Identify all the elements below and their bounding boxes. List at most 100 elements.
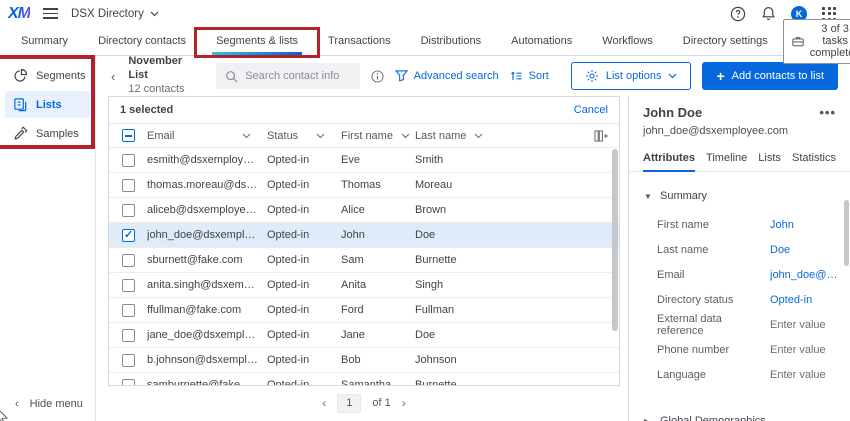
table-row[interactable]: ffullman@fake.comOpted-inFordFullman xyxy=(109,298,619,323)
panel-scrollbar-thumb[interactable] xyxy=(844,200,849,266)
detail-tab-timeline[interactable]: Timeline xyxy=(706,144,747,171)
row-checkbox[interactable] xyxy=(122,279,135,292)
table-row[interactable]: john_doe@dsxemployee....Opted-inJohnDoe xyxy=(109,223,619,248)
attribute-label: Email xyxy=(657,269,770,281)
row-checkbox[interactable] xyxy=(122,154,135,167)
cell-status: Opted-in xyxy=(267,304,341,316)
next-page-button[interactable]: › xyxy=(402,396,406,410)
detail-tab-attributes[interactable]: Attributes xyxy=(643,144,695,171)
table-row[interactable]: b.johnson@dsxemployee....Opted-inBobJohn… xyxy=(109,348,619,373)
list-options-button[interactable]: List options xyxy=(571,62,692,90)
table-scrollbar-thumb[interactable] xyxy=(612,149,618,331)
table-row[interactable]: anita.singh@dsxemployee...Opted-inAnitaS… xyxy=(109,273,619,298)
attribute-value[interactable]: Enter value xyxy=(770,369,826,381)
attribute-value[interactable]: Doe xyxy=(770,244,790,256)
column-header-status[interactable]: Status xyxy=(267,130,341,142)
attribute-value[interactable]: John xyxy=(770,219,794,231)
table-row[interactable]: thomas.moreau@dsxempl...Opted-inThomasMo… xyxy=(109,173,619,198)
prev-page-button[interactable]: ‹ xyxy=(322,396,326,410)
table-row[interactable]: esmith@dsxemployee.comOpted-inEveSmith xyxy=(109,148,619,173)
row-checkbox[interactable] xyxy=(122,354,135,367)
sidebar-item-segments[interactable]: Segments xyxy=(5,62,90,89)
attribute-value[interactable]: Enter value xyxy=(770,344,826,356)
cell-first-name: Sam xyxy=(341,254,415,266)
sidebar-item-samples[interactable]: Samples xyxy=(5,120,90,147)
hide-menu-button[interactable]: ‹ Hide menu xyxy=(15,398,83,410)
pagination: ‹ 1 of 1 › xyxy=(108,386,620,420)
attribute-value[interactable]: Enter value xyxy=(770,319,826,331)
add-column-icon[interactable] xyxy=(583,130,619,142)
table-row[interactable]: jane_doe@dsxemployee....Opted-inJaneDoe xyxy=(109,323,619,348)
info-icon[interactable] xyxy=(371,70,384,83)
detail-tab-lists[interactable]: Lists xyxy=(758,144,781,171)
table-row[interactable]: samburnette@fake.comOpted-inSamanthaBurn… xyxy=(109,373,619,386)
add-contacts-button[interactable]: + Add contacts to list xyxy=(702,62,838,90)
chevron-down-icon xyxy=(242,133,251,139)
chevron-down-icon xyxy=(401,133,410,139)
advanced-search-button[interactable]: Advanced search xyxy=(395,70,499,82)
chevron-down-icon xyxy=(150,11,159,17)
row-checkbox[interactable] xyxy=(122,304,135,317)
row-checkbox[interactable] xyxy=(122,179,135,192)
hamburger-menu-icon[interactable] xyxy=(43,8,58,19)
selected-count: 1 selected xyxy=(120,104,173,116)
sidebar-item-label: Segments xyxy=(36,70,86,82)
cell-email: sburnett@fake.com xyxy=(147,254,267,266)
column-header-email[interactable]: Email xyxy=(147,130,267,142)
cancel-selection-link[interactable]: Cancel xyxy=(574,104,608,116)
tab-transactions[interactable]: Transactions xyxy=(313,27,406,55)
tasks-completed-badge[interactable]: 3 of 3 tasks completed xyxy=(783,19,850,64)
cell-last-name: Singh xyxy=(415,279,619,291)
sidebar-item-lists[interactable]: Lists xyxy=(5,91,90,118)
attribute-label: Directory status xyxy=(657,294,770,306)
notifications-bell-icon[interactable] xyxy=(761,6,776,21)
tab-directory-settings[interactable]: Directory settings xyxy=(668,27,783,55)
tab-distributions[interactable]: Distributions xyxy=(406,27,497,55)
row-checkbox[interactable] xyxy=(122,329,135,342)
tab-summary[interactable]: Summary xyxy=(6,27,83,55)
help-icon[interactable] xyxy=(730,6,746,22)
cell-email: anita.singh@dsxemployee... xyxy=(147,279,267,291)
tab-directory-contacts[interactable]: Directory contacts xyxy=(83,27,201,55)
cell-last-name: Johnson xyxy=(415,354,619,366)
tab-label: Automations xyxy=(511,35,572,47)
row-checkbox[interactable] xyxy=(122,254,135,267)
select-all-checkbox[interactable] xyxy=(122,129,135,142)
sort-icon xyxy=(510,70,523,82)
eyedropper-icon xyxy=(13,126,28,141)
attribute-value[interactable]: Opted-in xyxy=(770,294,812,306)
attribute-row: Phone numberEnter value xyxy=(657,337,840,362)
tab-label: Summary xyxy=(21,35,68,47)
back-button[interactable]: ‹ xyxy=(109,69,117,84)
cell-first-name: Bob xyxy=(341,354,415,366)
column-header-last-name[interactable]: Last name xyxy=(415,130,583,142)
table-header: Email Status First name xyxy=(109,124,619,148)
cell-email: b.johnson@dsxemployee.... xyxy=(147,354,267,366)
tab-segments-lists[interactable]: Segments & lists xyxy=(201,27,313,55)
column-header-first-name[interactable]: First name xyxy=(341,130,415,142)
row-checkbox[interactable] xyxy=(122,229,135,242)
pie-chart-icon xyxy=(13,68,28,83)
more-options-icon[interactable]: ••• xyxy=(819,106,836,119)
sidebar-item-label: Lists xyxy=(36,99,62,111)
detail-tab-statistics[interactable]: Statistics xyxy=(792,144,836,171)
contacts-table: 1 selected Cancel Email Status xyxy=(108,96,620,386)
sort-button[interactable]: Sort xyxy=(510,70,549,82)
directory-selector[interactable]: DSX Directory xyxy=(71,8,159,20)
search-input[interactable] xyxy=(245,70,350,82)
attribute-value[interactable]: john_doe@dsxem... xyxy=(770,269,840,281)
table-row[interactable]: sburnett@fake.comOpted-inSamBurnette xyxy=(109,248,619,273)
attribute-row: LanguageEnter value xyxy=(657,362,840,387)
cell-last-name: Doe xyxy=(415,229,619,241)
tab-automations[interactable]: Automations xyxy=(496,27,587,55)
attribute-label: Language xyxy=(657,369,770,381)
section-summary[interactable]: ▼Summary xyxy=(644,190,840,202)
table-row[interactable]: aliceb@dsxemployee.comOpted-inAliceBrown xyxy=(109,198,619,223)
row-checkbox[interactable] xyxy=(122,204,135,217)
row-checkbox[interactable] xyxy=(122,379,135,387)
current-page[interactable]: 1 xyxy=(337,394,361,413)
section-global-demographics[interactable]: ▶Global Demographics xyxy=(644,415,840,421)
cell-first-name: Jane xyxy=(341,329,415,341)
cell-first-name: Alice xyxy=(341,204,415,216)
tab-workflows[interactable]: Workflows xyxy=(587,27,668,55)
